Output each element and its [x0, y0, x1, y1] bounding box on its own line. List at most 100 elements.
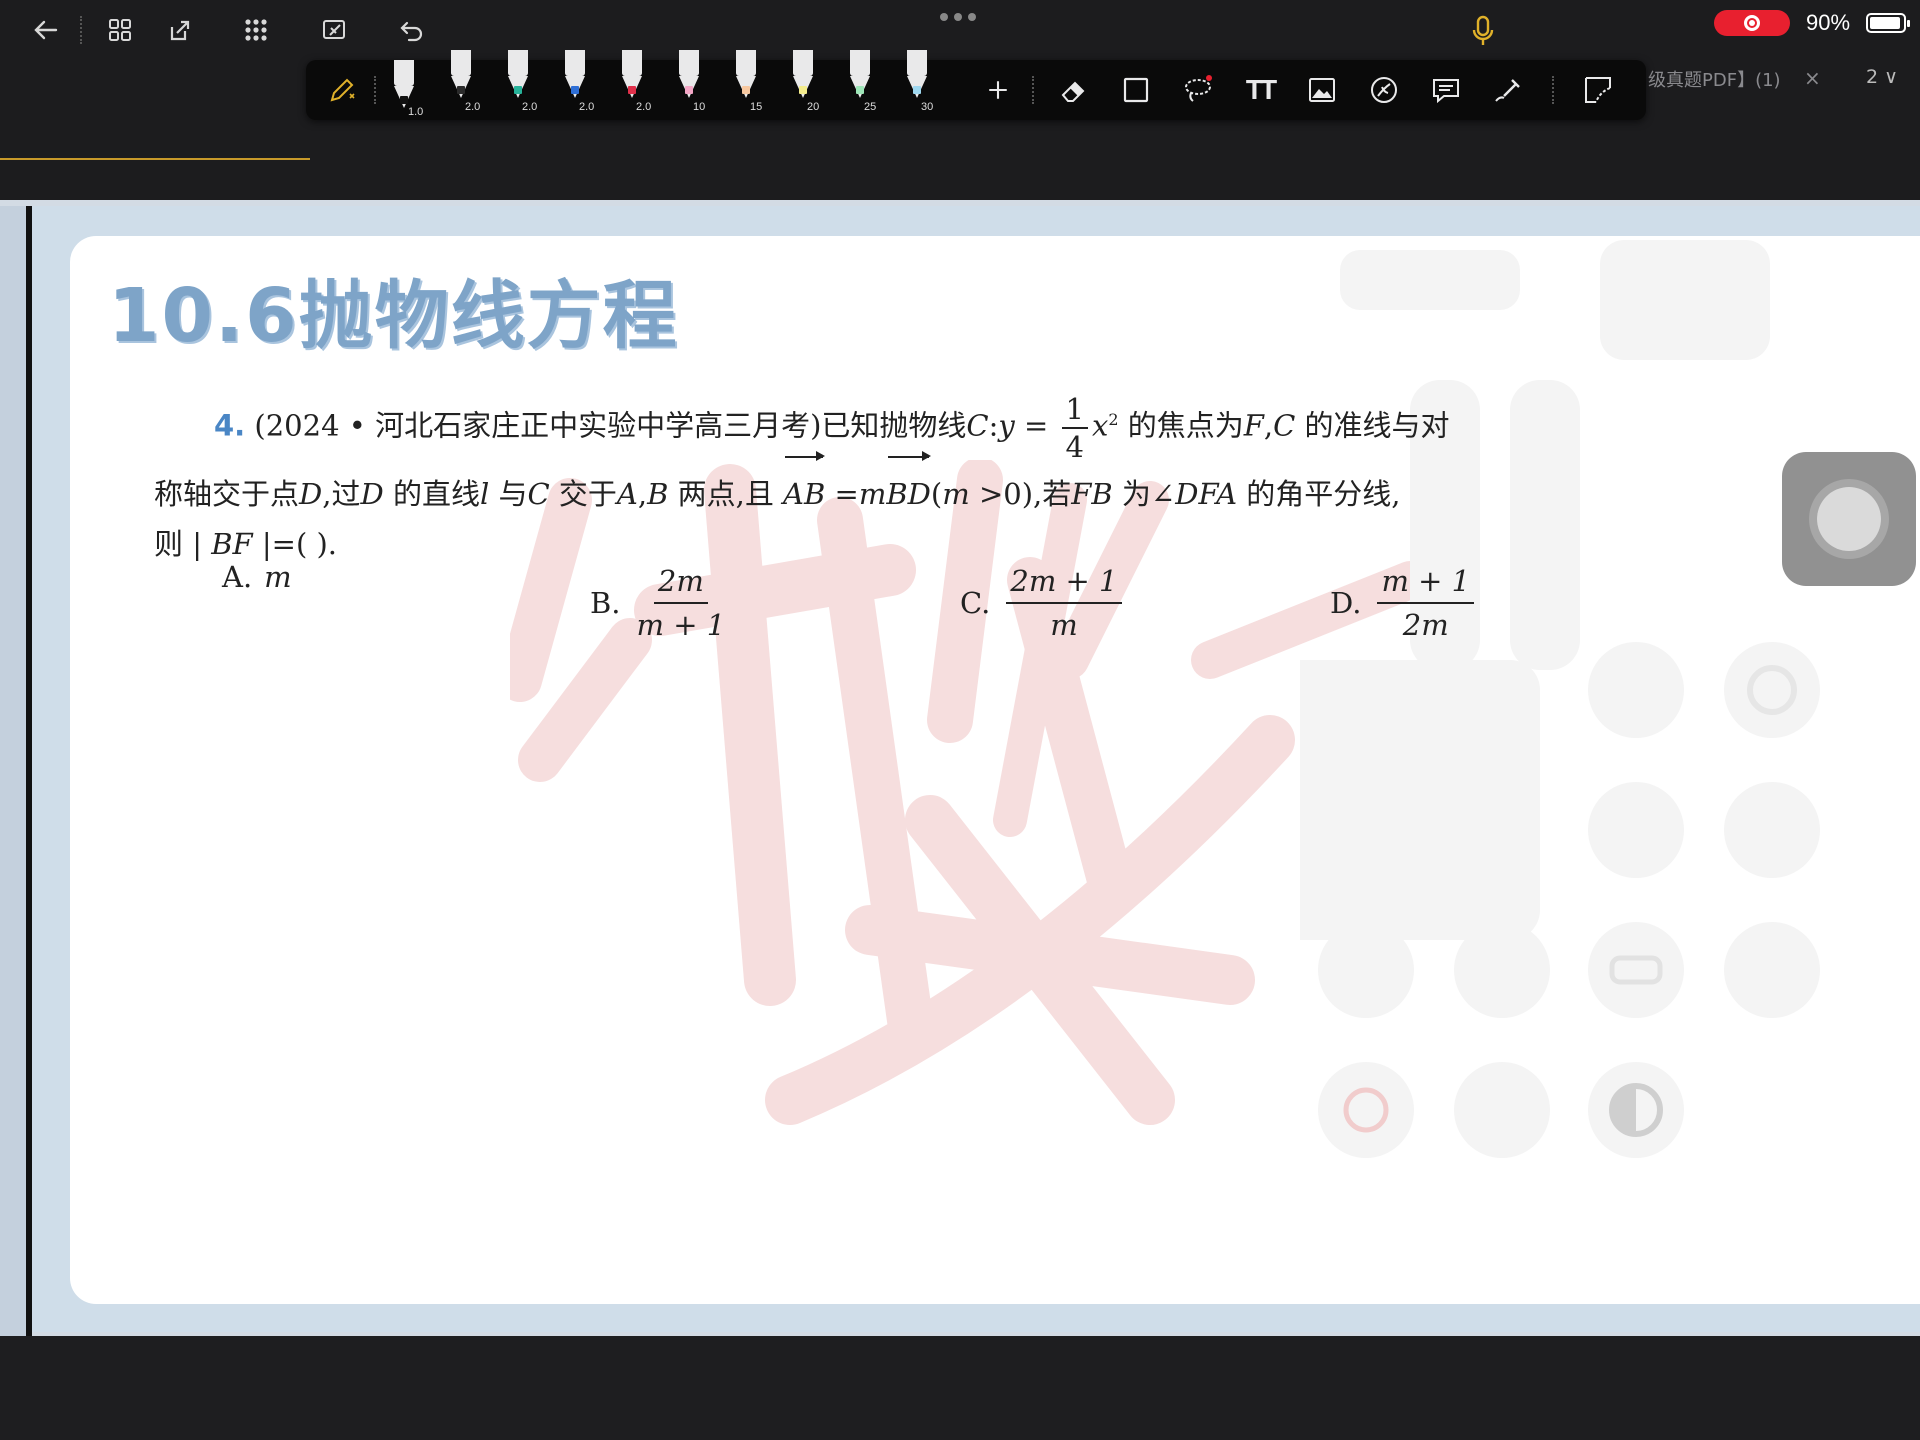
- text-tool-label: TT: [1245, 74, 1277, 105]
- question-number: 4.: [214, 408, 246, 443]
- pen-size-label: 1.0: [408, 106, 424, 118]
- chevron-down-icon: ∨: [1884, 66, 1899, 88]
- pen-body: [850, 50, 870, 76]
- hide-annotations-icon[interactable]: [312, 8, 356, 52]
- fraction-numerator: 1: [1061, 391, 1088, 429]
- microphone-icon[interactable]: [1468, 14, 1498, 48]
- assistive-touch-icon: [1817, 487, 1881, 551]
- thumbnail-grid-icon[interactable]: [98, 8, 142, 52]
- image-insert-icon[interactable]: [1300, 60, 1344, 120]
- question-text: 的角平分线,: [1237, 477, 1401, 511]
- fraction-denominator: m + 1: [636, 608, 726, 642]
- pen-1-icon[interactable]: 1.0: [382, 60, 426, 120]
- toolbar-divider: [1552, 76, 1554, 104]
- collapse-toolbar-icon[interactable]: [1576, 60, 1620, 120]
- pen-2-icon[interactable]: 2.0: [439, 50, 483, 120]
- math-var: m: [858, 477, 887, 511]
- comment-icon[interactable]: [1424, 60, 1468, 120]
- pen-body: [679, 50, 699, 76]
- question-text: 与: [489, 477, 528, 511]
- math-var: B: [647, 477, 669, 511]
- eraser-icon[interactable]: [1052, 60, 1096, 120]
- question-text: 的焦点为: [1118, 408, 1244, 443]
- pen-7-icon[interactable]: 15: [724, 50, 768, 120]
- toolbar-divider: [1032, 76, 1034, 104]
- document-tab-title[interactable]: 级真题PDF】(1): [1648, 66, 1781, 92]
- pen-size-label: 2.0: [579, 101, 595, 113]
- apps-grid-icon[interactable]: [234, 8, 278, 52]
- math-var: D: [360, 477, 384, 511]
- pen-8-icon[interactable]: 20: [781, 50, 825, 120]
- option-c: C. 2m + 1 m: [960, 560, 1126, 646]
- text-tool-icon[interactable]: TT: [1238, 60, 1282, 120]
- option-fraction: m + 1 2m: [1377, 560, 1475, 646]
- question-text: 两点,且: [668, 477, 784, 511]
- tab-close-icon[interactable]: ×: [1804, 66, 1821, 90]
- pen-6-icon[interactable]: 10: [667, 50, 711, 120]
- pen-settings-icon[interactable]: [320, 60, 364, 120]
- screen-record-indicator[interactable]: [1714, 10, 1790, 36]
- vector-bd: BD: [886, 451, 931, 530]
- question-text: :: [988, 408, 999, 443]
- math-var: BF: [211, 527, 253, 561]
- question-text: (: [930, 477, 943, 511]
- record-icon: [1744, 15, 1760, 31]
- option-content: m: [264, 560, 292, 594]
- fraction-numerator: m + 1: [1377, 560, 1475, 604]
- pen-body: [622, 50, 642, 76]
- question-text: 则 |: [154, 527, 212, 561]
- vector-ab: AB: [783, 451, 826, 530]
- lasso-icon[interactable]: [1176, 60, 1220, 120]
- laser-pointer-icon[interactable]: [1486, 60, 1530, 120]
- question-text: 交于: [549, 477, 617, 511]
- math-var: A: [616, 477, 638, 511]
- pen-ink-swatch: [685, 86, 693, 94]
- math-var: C: [1273, 408, 1296, 443]
- shape-rectangle-icon[interactable]: [1114, 60, 1158, 120]
- question-text: >0),若: [969, 477, 1072, 511]
- toolbar-divider: [374, 76, 376, 104]
- option-label: D.: [1330, 586, 1362, 620]
- share-export-icon[interactable]: [156, 8, 200, 52]
- assistive-touch-button[interactable]: [1782, 452, 1916, 586]
- option-d: D. m + 1 2m: [1330, 560, 1478, 646]
- pen-3-icon[interactable]: 2.0: [496, 50, 540, 120]
- sticker-icon[interactable]: [1362, 60, 1406, 120]
- page-selector[interactable]: 2 ∨: [1866, 66, 1898, 88]
- math-var: F: [1243, 408, 1264, 443]
- multitask-dots-icon[interactable]: [940, 13, 976, 21]
- question-text: |=( ).: [252, 527, 338, 561]
- pen-ink-swatch: [514, 86, 522, 94]
- bottom-bar: [0, 1336, 1920, 1440]
- pen-5-icon[interactable]: 2.0: [610, 50, 654, 120]
- option-a: A. m: [222, 560, 292, 594]
- pen-ink-swatch: [457, 86, 465, 94]
- pen-body: [508, 50, 528, 76]
- fraction-numerator: 2m + 1: [1006, 560, 1122, 604]
- pen-4-icon[interactable]: 2.0: [553, 50, 597, 120]
- pen-body: [394, 60, 414, 86]
- pen-body: [907, 50, 927, 76]
- question-text: 的准线与对: [1295, 408, 1450, 443]
- pen-9-icon[interactable]: 25: [838, 50, 882, 120]
- math-var: m: [942, 477, 970, 511]
- pen-body: [736, 50, 756, 76]
- math-var: D: [299, 477, 323, 511]
- math-var: C: [966, 408, 989, 443]
- math-var: FB: [1071, 477, 1113, 511]
- question-text: =: [1014, 408, 1058, 443]
- back-arrow-icon[interactable]: [24, 8, 68, 52]
- fraction-denominator: 2m: [1402, 608, 1449, 642]
- exponent: 2: [1108, 410, 1119, 429]
- option-fraction: 2m + 1 m: [1006, 560, 1122, 646]
- pen-size-label: 10: [693, 101, 706, 113]
- pen-ink-swatch: [856, 86, 864, 94]
- math-var: DFA: [1175, 477, 1238, 511]
- option-b: B. 2m m + 1: [590, 560, 729, 646]
- question-text: 为∠: [1112, 477, 1176, 511]
- pen-ink-swatch: [628, 86, 636, 94]
- pen-10-icon[interactable]: 30: [895, 50, 939, 120]
- add-pen-icon[interactable]: [976, 60, 1020, 120]
- undo-icon[interactable]: [390, 8, 434, 52]
- page-number: 2: [1866, 66, 1879, 88]
